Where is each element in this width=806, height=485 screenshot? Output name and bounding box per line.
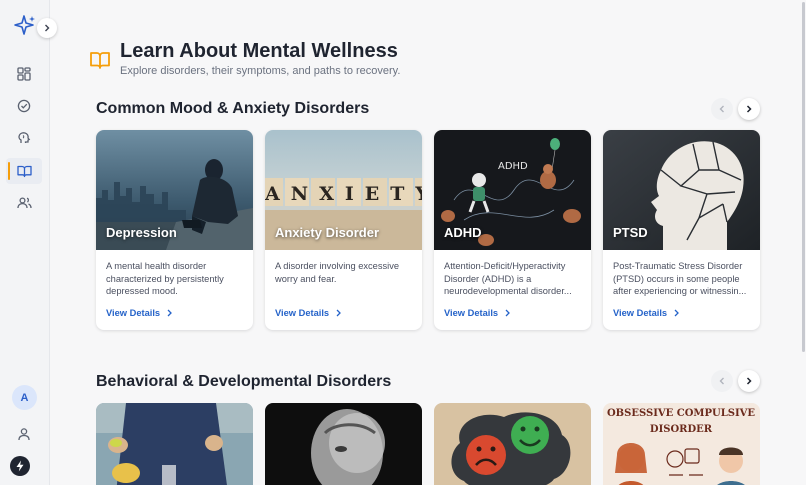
user-profile-icon[interactable] [16, 426, 32, 442]
chevron-left-icon [719, 377, 724, 385]
section-title: Behavioral & Developmental Disorders [96, 373, 392, 390]
carousel-next-button[interactable] [738, 98, 760, 120]
view-details-link[interactable]: View Details [106, 308, 173, 318]
disorder-card[interactable]: ANXIETY Anxiety Disorder A disorder invo… [265, 130, 422, 330]
view-details-link[interactable]: View Details [444, 308, 511, 318]
chevron-right-icon [167, 309, 173, 317]
users-icon [16, 197, 32, 209]
card-title: ADHD [444, 225, 482, 240]
card-description: Attention-Deficit/Hyperactivity Disorder… [444, 261, 572, 296]
card-description: A disorder involving excessive worry and… [275, 261, 400, 284]
bw-portrait-photo [265, 403, 422, 485]
scrollbar[interactable] [800, 0, 806, 485]
card-description: A mental health disorder characterized b… [106, 261, 224, 296]
chevron-right-icon [674, 309, 680, 317]
scrollbar-thumb[interactable] [802, 2, 805, 352]
card-image: ADHD ADHD [434, 130, 591, 250]
page-title: Learn About Mental Wellness [120, 40, 398, 62]
avatar[interactable]: A [12, 385, 37, 410]
chevron-right-icon [336, 309, 342, 317]
sidebar-item-dashboard[interactable] [6, 61, 42, 87]
page-subtitle: Explore disorders, their symptoms, and p… [120, 65, 401, 77]
sidebar-item-wellness[interactable] [6, 125, 42, 151]
emoji-faces-photo [434, 403, 591, 485]
disorder-card[interactable]: Depression A mental health disorder char… [96, 130, 253, 330]
card-title: Anxiety Disorder [275, 225, 380, 240]
sidebar: A [0, 0, 50, 485]
disorder-card[interactable]: PTSD Post-Traumatic Stress Disorder (PTS… [603, 130, 760, 330]
chevron-right-icon [746, 105, 752, 113]
chevron-left-icon [719, 105, 724, 113]
chevron-right-icon [505, 309, 511, 317]
binge-eating-photo [96, 403, 253, 485]
chevron-right-icon [746, 377, 752, 385]
svg-text:OBSESSIVE COMPULSIVE: OBSESSIVE COMPULSIVE [607, 408, 755, 419]
card-title: PTSD [613, 225, 648, 240]
bolt-icon[interactable] [10, 456, 30, 476]
ocd-illustration: OBSESSIVE COMPULSIVE DISORDER [603, 403, 760, 485]
grid-icon [17, 67, 31, 81]
carousel-prev-button[interactable] [711, 370, 733, 392]
sparkle-logo-icon[interactable] [13, 14, 37, 38]
disorder-card[interactable]: OBSESSIVE COMPULSIVE DISORDER [603, 403, 760, 485]
card-description: Post-Traumatic Stress Disorder (PTSD) oc… [613, 261, 747, 296]
card-image: ANXIETY Anxiety Disorder [265, 130, 422, 250]
book-open-icon [89, 49, 111, 71]
svg-text:DISORDER: DISORDER [650, 424, 713, 435]
sidebar-item-tasks[interactable] [6, 93, 42, 119]
card-image: Depression [96, 130, 253, 250]
adhd-image-text: ADHD [498, 161, 528, 172]
sidebar-expand-button[interactable] [37, 18, 57, 38]
check-circle-icon [17, 99, 31, 113]
disorder-card[interactable] [434, 403, 591, 485]
disorder-card[interactable]: ADHD ADHD Attention-Deficit/Hyperactivit… [434, 130, 591, 330]
carousel-prev-button[interactable] [711, 98, 733, 120]
disorder-card[interactable] [96, 403, 253, 485]
chevron-right-icon [45, 24, 50, 32]
book-open-icon [16, 165, 32, 178]
section-title: Common Mood & Anxiety Disorders [96, 100, 370, 117]
view-details-link[interactable]: View Details [275, 308, 342, 318]
brain-icon [18, 132, 31, 143]
view-details-link[interactable]: View Details [613, 308, 680, 318]
sidebar-item-community[interactable] [6, 190, 42, 216]
card-image: PTSD [603, 130, 760, 250]
disorder-card[interactable] [265, 403, 422, 485]
card-title: Depression [106, 225, 177, 240]
anxiety-blocks-text: ANXIETY [265, 183, 422, 205]
carousel-next-button[interactable] [738, 370, 760, 392]
sidebar-item-learn[interactable] [6, 158, 42, 184]
